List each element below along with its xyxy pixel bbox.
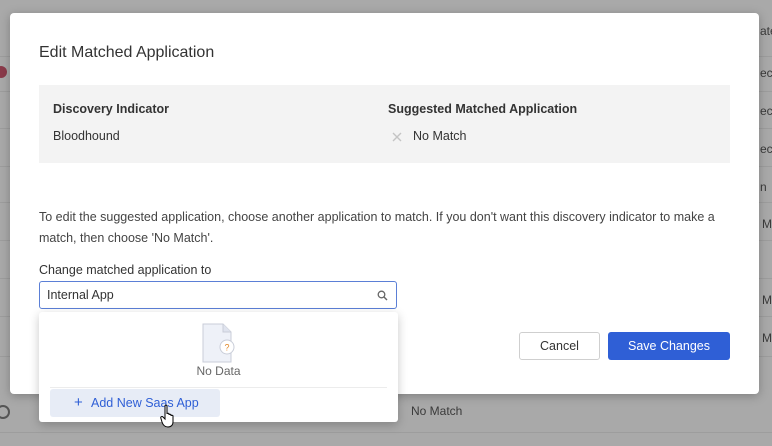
- discovery-indicator-header: Discovery Indicator: [53, 102, 170, 116]
- bg-divider: [0, 432, 772, 433]
- bg-match-cell: No Match: [411, 404, 463, 418]
- bg-cell: ecl: [760, 66, 772, 80]
- no-data-text: No Data: [196, 364, 241, 378]
- bg-cell: ecl: [760, 142, 772, 156]
- suggested-application-header: Suggested Matched Application: [388, 102, 578, 116]
- bg-cell: M: [762, 293, 772, 307]
- dropdown-divider: [50, 387, 387, 388]
- match-info-panel: Discovery Indicator Bloodhound Suggested…: [39, 85, 730, 163]
- discovery-indicator-value: Bloodhound: [53, 129, 120, 143]
- cancel-button[interactable]: Cancel: [519, 332, 600, 360]
- bg-column-header: ate: [760, 24, 772, 38]
- application-search-field[interactable]: [39, 281, 397, 309]
- bg-cell: n: [760, 180, 767, 194]
- application-search-dropdown: ? No Data + Add New Saas App: [39, 312, 398, 422]
- suggested-application-value: No Match: [413, 129, 467, 143]
- plus-icon: +: [74, 394, 83, 411]
- add-new-saas-app-label: Add New Saas App: [91, 396, 199, 410]
- x-icon: [392, 132, 402, 142]
- bg-avatar-icon: [0, 66, 7, 78]
- svg-text:?: ?: [224, 343, 229, 353]
- add-new-saas-app-button[interactable]: + Add New Saas App: [50, 389, 220, 417]
- application-search-input[interactable]: [47, 282, 367, 308]
- bg-cell: ecl: [760, 104, 772, 118]
- save-changes-button[interactable]: Save Changes: [608, 332, 730, 360]
- no-data-file-icon: ?: [202, 323, 235, 363]
- modal-title: Edit Matched Application: [39, 44, 215, 61]
- bg-loading-icon: [0, 405, 10, 419]
- bg-cell: M: [762, 331, 772, 345]
- hand-pointer-icon: [160, 404, 174, 428]
- bg-cell: M: [762, 217, 772, 231]
- change-application-label: Change matched application to: [39, 263, 212, 277]
- search-icon: [377, 290, 388, 301]
- instructions-text: To edit the suggested application, choos…: [39, 210, 715, 245]
